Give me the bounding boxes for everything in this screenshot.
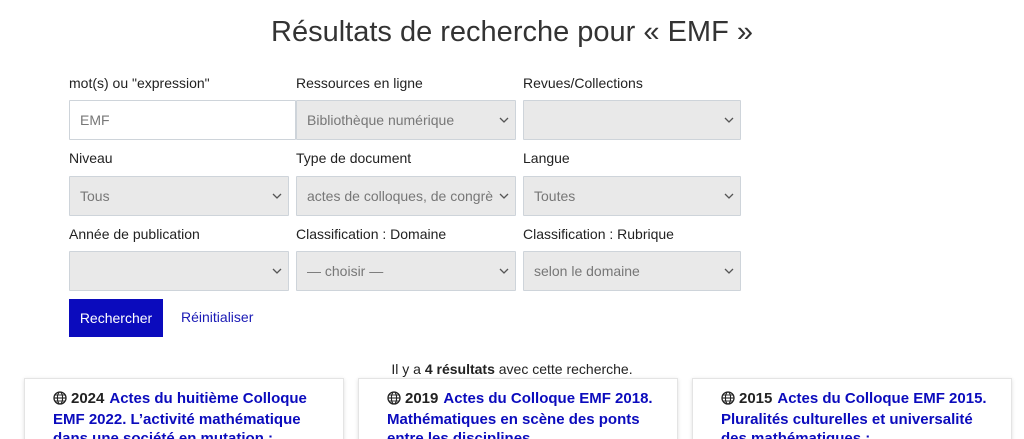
result-card-title: 2024 Actes du huitième Colloque EMF 2022.… [53,389,325,439]
chevron-down-icon [718,101,740,139]
collections-select[interactable] [523,100,741,140]
collections-label: Revues/Collections [523,75,643,91]
result-card-title: 2015 Actes du Colloque EMF 2015. Pluralit… [721,389,993,439]
doc-type-select[interactable]: actes de colloques, de congrès [296,176,516,216]
chevron-down-icon [493,177,515,215]
level-label: Niveau [69,150,113,166]
result-count-suffix: avec cette recherche. [494,361,633,377]
resources-select[interactable]: Bibliothèque numérique [296,100,516,140]
result-card-title: 2019 Actes du Colloque EMF 2018. Mathémat… [387,389,659,439]
globe-icon [387,391,401,410]
chevron-down-icon [718,252,740,290]
result-count-number: 4 résultats [424,361,495,377]
keyword-label: mot(s) ou "expression" [69,75,210,91]
result-count: Il y a 4 résultats avec cette recherche. [0,361,1024,377]
globe-icon [53,391,67,410]
resources-label: Ressources en ligne [296,75,423,91]
result-card: 2019 Actes du Colloque EMF 2018. Mathémat… [358,378,678,439]
pub-year-select[interactable] [69,251,289,291]
result-card: 2024 Actes du huitième Colloque EMF 2022.… [24,378,344,439]
domain-label: Classification : Domaine [296,226,447,242]
keyword-input-value: EMF [80,112,110,128]
level-select-value: Tous [80,188,110,204]
result-year: 2015 [739,390,773,407]
result-count-prefix: Il y a [391,361,425,377]
language-label: Langue [523,150,570,166]
rubric-select-value: selon le domaine [534,263,640,279]
language-select-value: Toutes [534,188,576,204]
chevron-down-icon [493,101,515,139]
doc-type-select-value: actes de colloques, de congrès [307,188,493,204]
doc-type-label: Type de document [296,150,412,166]
chevron-down-icon [266,177,288,215]
page-title: Résultats de recherche pour « EMF » [271,16,753,48]
reset-link[interactable]: Réinitialiser [181,309,253,325]
result-card: 2015 Actes du Colloque EMF 2015. Pluralit… [692,378,1012,439]
pub-year-label: Année de publication [69,226,200,242]
language-select[interactable]: Toutes [523,176,741,216]
result-year: 2024 [71,390,105,407]
result-year: 2019 [405,390,439,407]
level-select[interactable]: Tous [69,176,289,216]
rubric-label: Classification : Rubrique [523,226,674,242]
keyword-input[interactable]: EMF [69,100,296,140]
globe-icon [721,391,735,410]
domain-select-value: — choisir — [307,263,384,279]
chevron-down-icon [493,252,515,290]
rubric-select[interactable]: selon le domaine [523,251,741,291]
chevron-down-icon [718,177,740,215]
resources-select-value: Bibliothèque numérique [307,112,455,128]
search-button[interactable]: Rechercher [69,299,163,337]
chevron-down-icon [266,252,288,290]
domain-select[interactable]: — choisir — [296,251,516,291]
